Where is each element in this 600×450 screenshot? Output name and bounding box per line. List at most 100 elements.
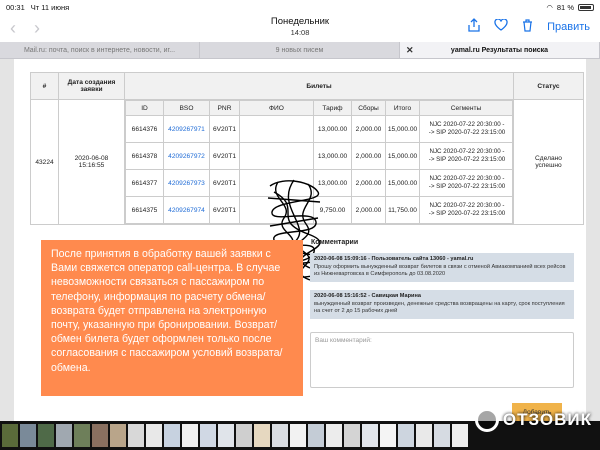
fees: 2,000.00 [351,169,386,197]
thumbnail[interactable] [380,424,396,447]
tab-yamal[interactable]: ✕ yamal.ru Результаты поиска [400,42,600,58]
thumbnail[interactable] [272,424,288,447]
tab-label: Mail.ru: почта, поиск в интернете, новос… [23,46,176,54]
created-date: 2020-06-08 [74,155,109,162]
segment-line: -> SIP 2020-07-22 23:15:00 [428,156,506,163]
status-bar: 00:31 Чт 11 июня ◠ 81 % [0,0,600,14]
tab-bar: Mail.ru: почта, поиск в интернете, новос… [0,42,600,59]
content-sheet: # Дата создания заявки Билеты Статус 432… [14,59,586,421]
heart-icon[interactable] [494,18,508,34]
tab-new-mail[interactable]: 9 новых писем [200,42,400,58]
ticket-id: 6614377 [125,169,164,197]
fio-redacted [239,142,314,170]
pnr: 6V20T1 [209,169,240,197]
comment-header: 2020-06-08 15:16:52 - Савицкая Марина [314,293,421,299]
status-line: Сделано [535,155,562,162]
bso-link[interactable]: 4209267971 [163,115,210,143]
comment-item: 2020-06-08 15:09:16 - Пользователь сайта… [310,253,574,282]
segment-line: -> SIP 2020-07-22 23:15:00 [428,210,506,217]
thumbnail[interactable] [74,424,90,447]
trash-icon[interactable] [522,18,533,35]
ticket-id: 6614376 [125,115,164,143]
bso-link[interactable]: 4209267974 [163,196,210,224]
col-segments: Сегменты [419,100,513,116]
segments: NJC 2020-07-22 20:30:00 - -> SIP 2020-07-… [419,196,513,224]
thumbnail[interactable] [218,424,234,447]
table-row: 6614378 4209267972 6V20T1 13,000.00 2,00… [125,142,513,170]
col-num: # [30,72,59,100]
thumbnail[interactable] [38,424,54,447]
comments-title: Комментарии [311,239,359,246]
tariff: 13,000.00 [313,142,352,170]
browser-toolbar: ‹ › Понедельник 14:08 Править [0,14,600,42]
thumbnail[interactable] [146,424,162,447]
ticket-id: 6614378 [125,142,164,170]
thumbnail[interactable] [344,424,360,447]
comment-input[interactable]: Ваш комментарий: [310,332,574,388]
thumbnail[interactable] [56,424,72,447]
thumbnail[interactable] [434,424,450,447]
info-note: После принятия в обработку вашей заявки … [41,240,303,396]
segments: NJC 2020-07-22 20:30:00 - -> SIP 2020-07-… [419,169,513,197]
web-page: # Дата создания заявки Билеты Статус 432… [0,59,600,421]
order-number: 43224 [30,99,59,225]
segment-line: NJC 2020-07-22 20:30:00 - [429,202,505,209]
thumbnail[interactable] [200,424,216,447]
pnr: 6V20T1 [209,196,240,224]
otzovik-watermark: ОТЗОВИК [474,408,592,432]
fees: 2,000.00 [351,142,386,170]
thumbnail[interactable] [416,424,432,447]
thumbnail[interactable] [326,424,342,447]
date: Чт 11 июня [30,2,70,12]
tab-label: yamal.ru Результаты поиска [450,46,549,54]
share-icon[interactable] [468,18,480,35]
table-row: 6614376 4209267971 6V20T1 13,000.00 2,00… [125,115,513,143]
tab-label: 9 новых писем [275,46,324,54]
thumbnail[interactable] [20,424,36,447]
thumbnail[interactable] [92,424,108,447]
col-created: Дата создания заявки [58,72,125,100]
segment-line: -> SIP 2020-07-22 23:15:00 [428,183,506,190]
ticket-id: 6614375 [125,196,164,224]
thumbnail[interactable] [452,424,468,447]
col-tariff: Тариф [313,100,352,116]
watermark-logo-icon [474,408,499,432]
col-bso: BSO [163,100,210,116]
comment-item: 2020-06-08 15:16:52 - Савицкая Марина вы… [310,290,574,319]
thumbnail[interactable] [290,424,306,447]
bso-link[interactable]: 4209267972 [163,142,210,170]
total: 15,000.00 [385,115,420,143]
order-created: 2020-06-08 15:16:55 [58,99,125,225]
close-tab-icon[interactable]: ✕ [406,45,414,56]
thumbnail[interactable] [254,424,270,447]
col-id: ID [125,100,164,116]
segment-line: NJC 2020-07-22 20:30:00 - [429,175,505,182]
pnr: 6V20T1 [209,115,240,143]
tab-mail[interactable]: Mail.ru: почта, поиск в интернете, новос… [0,42,200,58]
created-time: 15:16:55 [78,162,105,169]
fees: 2,000.00 [351,115,386,143]
thumbnail[interactable] [182,424,198,447]
edit-button[interactable]: Править [547,21,590,33]
watermark-text: ОТЗОВИК [502,410,592,429]
thumbnail[interactable] [2,424,18,447]
thumbnail[interactable] [362,424,378,447]
bso-link[interactable]: 4209267973 [163,169,210,197]
comment-body: Прошу оформить вынужденный возврат билет… [314,263,566,278]
thumbnail[interactable] [398,424,414,447]
col-status: Статус [513,72,584,100]
comment-body: вынужденный возврат произведен, денежные… [314,300,565,315]
thumbnail[interactable] [128,424,144,447]
thumbnail[interactable] [110,424,126,447]
thumbnail[interactable] [236,424,252,447]
total: 11,750.00 [385,196,420,224]
comment-header: 2020-06-08 15:09:16 - Пользователь сайта… [314,256,474,262]
segment-line: NJC 2020-07-22 20:30:00 - [429,121,505,128]
col-tickets: Билеты [124,72,514,100]
battery-percent: 81 % [556,2,574,12]
thumbnail[interactable] [308,424,324,447]
fees: 2,000.00 [351,196,386,224]
thumbnail[interactable] [164,424,180,447]
segment-line: -> SIP 2020-07-22 23:15:00 [428,129,506,136]
page-title: Понедельник [270,16,330,27]
